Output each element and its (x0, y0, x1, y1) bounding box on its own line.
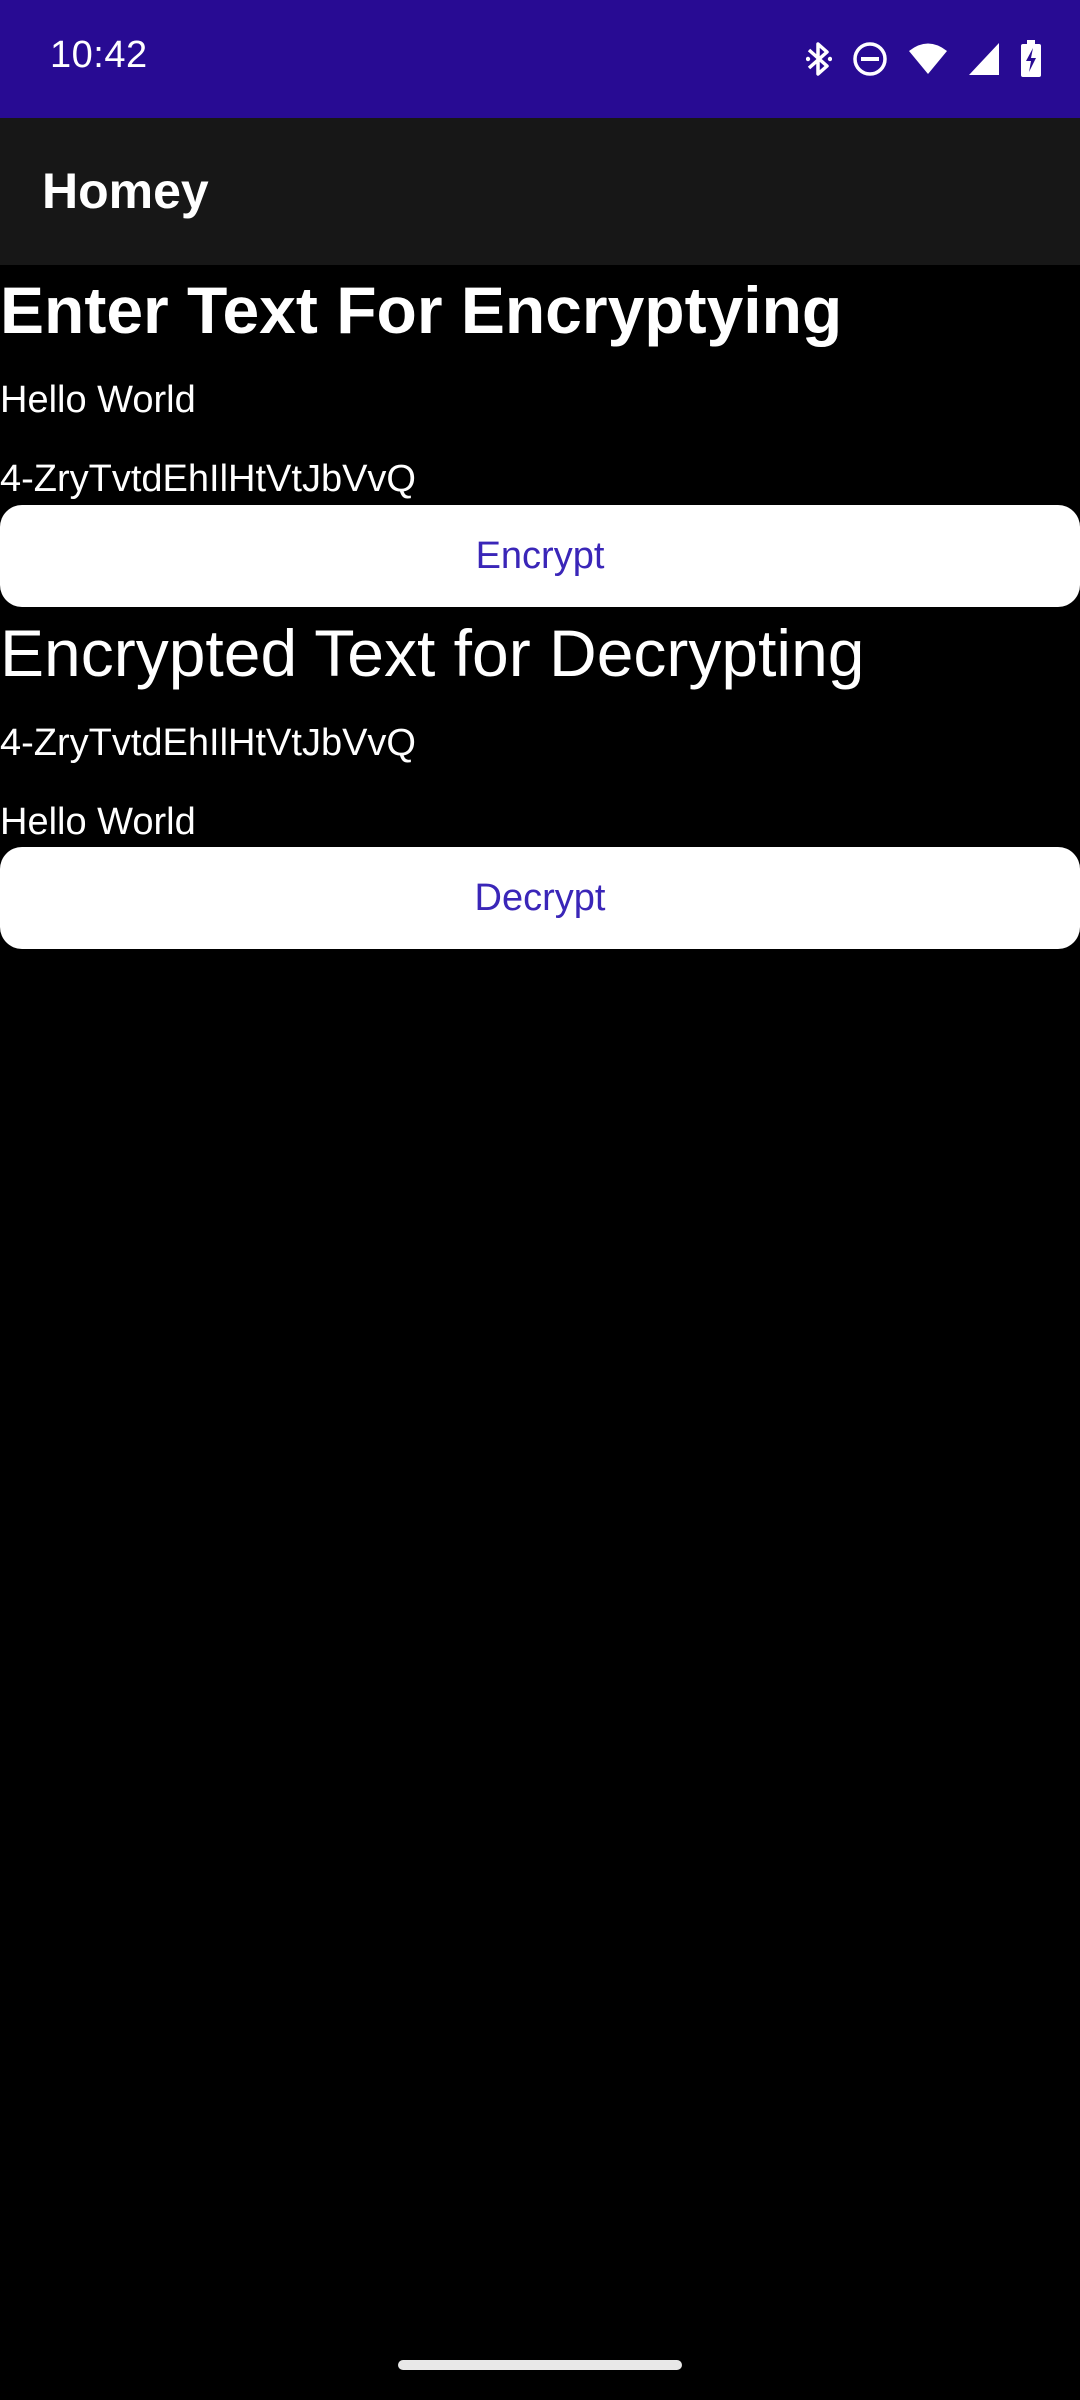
encrypt-output-text: 4-ZryTvtdEhIlHtVtJbVvQ (0, 458, 416, 500)
encrypt-input-field[interactable]: Hello World (0, 381, 196, 419)
status-bar: 10:42 (0, 0, 1080, 118)
app-screen: 10:42 Homey Enter Text For Encryptying H… (0, 0, 1080, 2400)
home-indicator[interactable] (398, 2360, 682, 2370)
cellular-signal-icon (968, 42, 1000, 76)
app-title: Homey (42, 163, 209, 219)
decrypt-input-field[interactable]: 4-ZryTvtdEhIlHtVtJbVvQ (0, 724, 416, 762)
status-icons (806, 38, 1042, 80)
decrypt-button[interactable]: Decrypt (0, 847, 1080, 949)
battery-charging-icon (1020, 40, 1042, 78)
encrypt-heading: Enter Text For Encryptying (0, 273, 843, 347)
decrypt-output-text: Hello World (0, 801, 196, 843)
app-bar: Homey (0, 118, 1080, 265)
encrypt-button[interactable]: Encrypt (0, 505, 1080, 607)
wifi-icon (908, 42, 948, 76)
decrypt-heading: Encrypted Text for Decrypting (0, 616, 865, 690)
status-time: 10:42 (50, 34, 148, 76)
do-not-disturb-icon (852, 41, 888, 77)
bluetooth-icon (806, 40, 832, 78)
